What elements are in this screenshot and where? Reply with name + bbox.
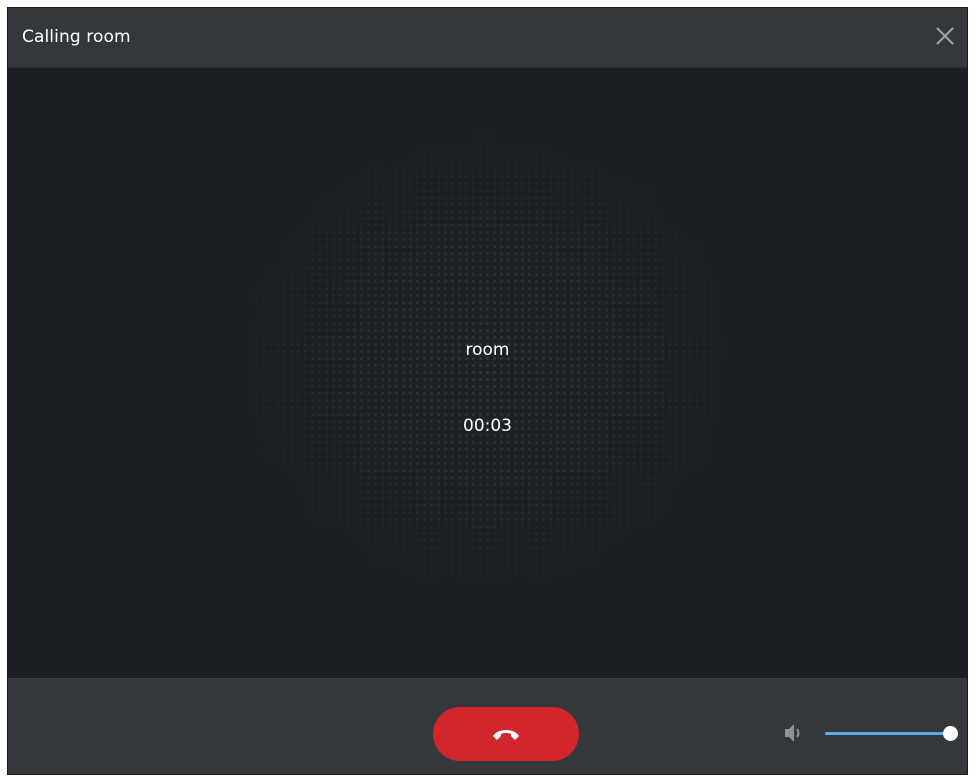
call-stage: room 00:03 [8, 68, 967, 678]
title-bar: Calling room [8, 8, 967, 68]
phone-hangup-icon [493, 730, 519, 740]
close-icon [936, 27, 954, 45]
window-title: Calling room [22, 27, 131, 47]
call-controls [8, 678, 967, 774]
call-window: Calling room room 00:03 [7, 7, 968, 775]
dot-pattern [8, 68, 967, 678]
speaker-icon[interactable] [782, 721, 806, 745]
call-timer: 00:03 [463, 416, 512, 436]
volume-control [782, 721, 962, 745]
volume-slider[interactable] [825, 726, 958, 741]
close-button[interactable] [929, 20, 961, 52]
volume-thumb[interactable] [943, 726, 958, 741]
callee-name: room [465, 340, 510, 360]
volume-fill [825, 732, 951, 735]
hangup-button[interactable] [433, 707, 579, 761]
